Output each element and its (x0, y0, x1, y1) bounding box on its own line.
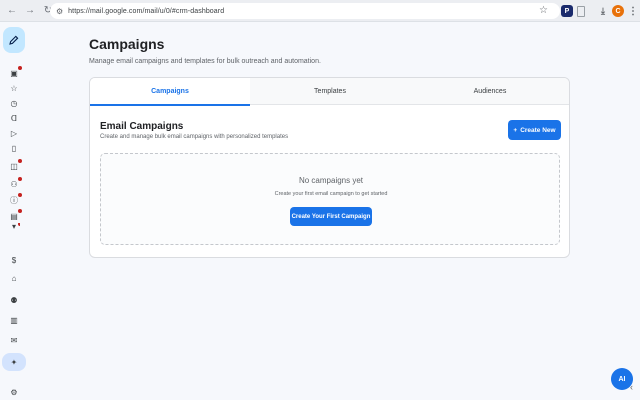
left-rail: ▣ ☆ ◷ ᗡ ▷ ▯ ◫ ⚇ ⓘ ▤ ▾ $ ⌂ ⚉ ▥ ✉ ✦ ⚙ (0, 22, 28, 400)
tab-templates[interactable]: Templates (250, 78, 410, 105)
document-extension-icon[interactable] (577, 6, 585, 17)
pencil-icon (9, 35, 19, 45)
people-icon[interactable]: ⚇ (8, 177, 22, 190)
plus-icon: + (513, 126, 518, 134)
bookmark-star-icon[interactable]: ☆ (539, 5, 548, 16)
more-icon[interactable]: ▾ (8, 223, 20, 229)
campaigns-card: Campaigns Templates Audiences Email Camp… (89, 77, 570, 258)
address-bar[interactable]: ⚙ https://mail.google.com/mail/u/0/#crm-… (50, 3, 560, 19)
empty-state: No campaigns yet Create your first email… (100, 153, 560, 245)
browser-toolbar: ← → ↻ ⚙ https://mail.google.com/mail/u/0… (0, 0, 640, 22)
compose-button[interactable] (3, 27, 25, 53)
draft-icon[interactable]: ▯ (8, 142, 20, 154)
home-icon[interactable]: ⌂ (8, 272, 20, 284)
create-new-button[interactable]: + Create New (508, 120, 561, 140)
notification-dot (18, 177, 22, 181)
sparkle-icon[interactable]: ✦ (8, 356, 20, 368)
tab-bar: Campaigns Templates Audiences (90, 78, 569, 106)
browser-menu-icon[interactable]: ⋮ (627, 5, 639, 17)
label-icon[interactable]: ᗡ (8, 112, 20, 124)
chat-icon[interactable]: ▤ (8, 209, 22, 222)
site-settings-icon[interactable]: ⚙ (56, 7, 63, 16)
profile-avatar[interactable]: C (612, 5, 624, 17)
notification-dot (18, 66, 22, 70)
notification-dot (18, 209, 22, 213)
extension-p-icon[interactable]: P (561, 5, 573, 17)
section-title: Email Campaigns (100, 121, 184, 132)
page-subtitle: Manage email campaigns and templates for… (89, 58, 321, 65)
tab-audiences[interactable]: Audiences (410, 78, 569, 105)
contacts-icon[interactable]: ⚉ (8, 294, 20, 306)
back-icon[interactable]: ← (6, 5, 18, 17)
dollar-icon[interactable]: $ (8, 254, 20, 266)
forward-icon[interactable]: → (24, 5, 36, 17)
clock-icon[interactable]: ◷ (8, 97, 20, 109)
collapse-panel-icon[interactable]: ‹ (630, 382, 633, 392)
url-text: https://mail.google.com/mail/u/0/#crm-da… (68, 7, 225, 15)
empty-state-title: No campaigns yet (298, 176, 364, 185)
create-first-campaign-button[interactable]: Create Your First Campaign (290, 207, 372, 226)
download-icon[interactable]: ⤓ (597, 5, 609, 17)
tab-campaigns[interactable]: Campaigns (90, 78, 250, 106)
send-icon[interactable]: ▷ (8, 127, 20, 139)
notification-dot (18, 159, 22, 163)
section-description: Create and manage bulk email campaigns w… (100, 134, 289, 140)
inbox-icon[interactable]: ▣ (8, 66, 22, 79)
create-new-label: Create New (520, 126, 556, 134)
bag-icon[interactable]: ◫ (8, 159, 22, 172)
empty-state-description: Create your first email campaign to get … (274, 191, 388, 197)
star-icon[interactable]: ☆ (8, 82, 20, 94)
page-title: Campaigns (89, 36, 165, 52)
notification-dot (18, 193, 22, 197)
analytics-icon[interactable]: ▥ (8, 314, 20, 326)
settings-icon[interactable]: ⚙ (8, 386, 20, 398)
notification-dot (18, 223, 20, 226)
campaigns-icon[interactable]: ✉ (8, 334, 20, 346)
info-icon[interactable]: ⓘ (8, 193, 22, 206)
